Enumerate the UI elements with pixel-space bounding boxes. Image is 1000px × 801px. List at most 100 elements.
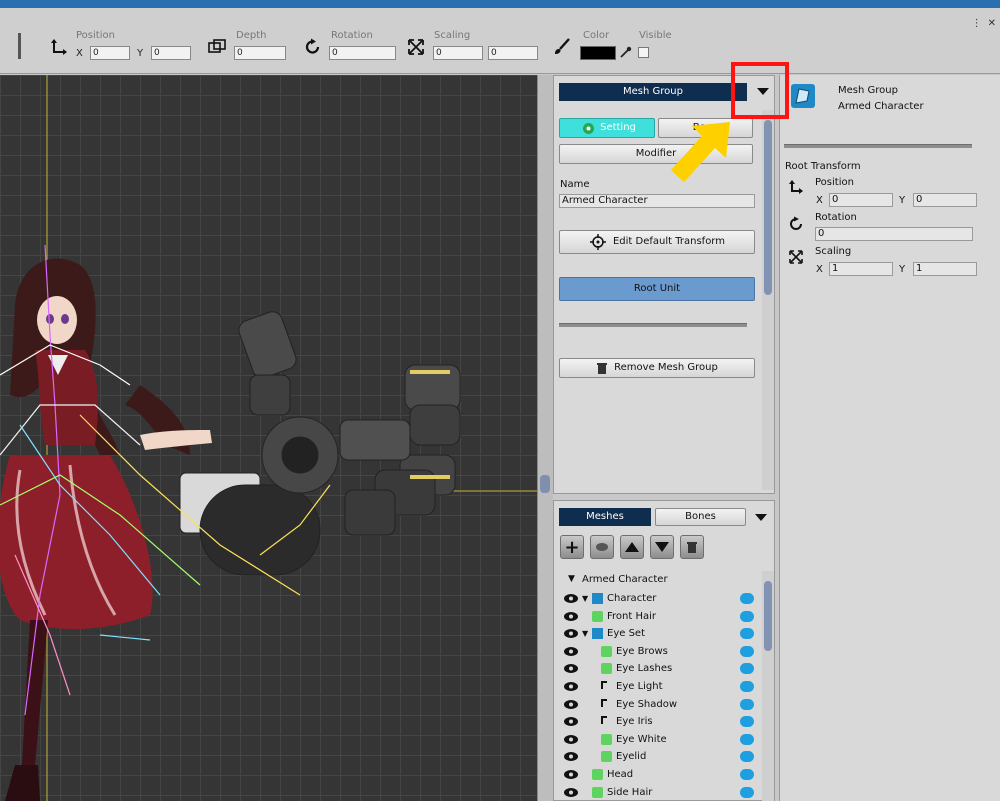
settings-scrollbar[interactable] — [762, 110, 774, 490]
tree-item[interactable]: Eye Lashes — [564, 660, 764, 677]
toggle-eye-icon[interactable] — [740, 681, 754, 692]
visibility-eye-icon[interactable] — [564, 717, 578, 727]
visible-checkbox[interactable] — [638, 47, 649, 58]
visibility-eye-icon[interactable] — [564, 734, 578, 744]
inspector-panel: Mesh Group Armed Character Root Transfor… — [779, 75, 1000, 801]
visibility-eye-icon[interactable] — [564, 770, 578, 779]
meshes-scroll-thumb[interactable] — [764, 581, 772, 651]
tab-meshes[interactable]: Meshes — [559, 508, 651, 526]
tree-item[interactable]: Eye Iris — [564, 713, 764, 730]
inspector-rotation-label: Rotation — [815, 212, 857, 223]
mesh-icon — [592, 769, 603, 780]
scaling-y-field[interactable]: 0 — [488, 46, 538, 60]
toggle-eye-icon[interactable] — [740, 751, 754, 763]
toggle-eye-icon[interactable] — [740, 593, 754, 604]
delete-mesh-button[interactable] — [680, 535, 704, 559]
toggle-eye-icon[interactable] — [740, 610, 754, 622]
mechanical-arm — [179, 311, 461, 576]
toggle-eye-icon[interactable] — [740, 698, 754, 710]
root-unit-button[interactable]: Root Unit — [559, 277, 755, 301]
scaling-icon — [408, 39, 424, 55]
bone-icon — [601, 681, 607, 689]
tree-item-label: Eye White — [616, 733, 667, 745]
tree-item[interactable]: Eye White — [564, 731, 764, 748]
visibility-eye-icon[interactable] — [564, 752, 578, 762]
depth-field[interactable]: 0 — [234, 46, 286, 60]
visibility-eye-icon[interactable] — [564, 682, 578, 691]
pointer-arrow-icon — [671, 122, 730, 182]
scene-viewport[interactable] — [0, 75, 537, 801]
visibility-eye-icon[interactable] — [564, 594, 578, 603]
mesh-group-select[interactable]: Mesh Group — [559, 83, 747, 101]
window-menu-icon[interactable]: ⋮ — [972, 18, 982, 29]
mesh-options-button[interactable] — [590, 535, 614, 559]
tree-item[interactable]: Eye Light — [564, 678, 764, 695]
toggle-eye-icon[interactable] — [740, 786, 754, 798]
visibility-eye-icon[interactable] — [564, 699, 578, 709]
move-up-button[interactable] — [620, 535, 644, 559]
toggle-eye-icon[interactable] — [740, 628, 754, 640]
tree-item[interactable]: Front Hair — [564, 608, 764, 625]
tree-item-label: Eye Set — [607, 628, 645, 640]
toggle-eye-icon[interactable] — [740, 769, 754, 780]
bone-icon — [601, 698, 607, 707]
bone-icon — [601, 716, 607, 725]
character-face — [37, 296, 77, 344]
tree-expand-icon[interactable]: ▼ — [582, 625, 588, 642]
meshes-scrollbar[interactable] — [762, 571, 774, 801]
visibility-eye-icon[interactable] — [564, 646, 578, 656]
remove-mesh-group-label: Remove Mesh Group — [614, 362, 718, 373]
eyedropper-icon[interactable] — [619, 46, 632, 59]
panel-splitter[interactable] — [537, 75, 553, 801]
position-y-field[interactable]: 0 — [151, 46, 191, 60]
position-x-field[interactable]: 0 — [90, 46, 130, 60]
color-swatch[interactable] — [580, 46, 616, 60]
remove-mesh-group-button[interactable]: Remove Mesh Group — [559, 358, 755, 378]
tree-expand-icon[interactable]: ▼ — [582, 590, 588, 607]
inspector-scale-y-field[interactable]: 1 — [913, 262, 977, 276]
tree-item-label: Side Hair — [607, 786, 653, 798]
scaling-group: Scaling 0 0 — [407, 28, 542, 68]
tab-bones[interactable]: Bones — [655, 508, 746, 526]
edit-default-transform-button[interactable]: Edit Default Transform — [559, 230, 755, 254]
inspector-rotation-field[interactable]: 0 — [815, 227, 973, 241]
color-group: Color Visible — [553, 28, 683, 68]
tree-item-label: Eye Brows — [616, 645, 668, 657]
meshes-dropdown-icon[interactable] — [755, 514, 767, 521]
tree-item[interactable]: Eye Shadow — [564, 696, 764, 713]
inspector-scale-x-field[interactable]: 1 — [829, 262, 893, 276]
toggle-eye-icon[interactable] — [740, 716, 754, 728]
add-mesh-button[interactable]: + — [560, 535, 584, 559]
trash-icon — [597, 363, 607, 374]
visibility-eye-icon[interactable] — [564, 611, 578, 621]
position-group: Position X 0 Y 0 — [50, 28, 200, 68]
inspector-pos-x-field[interactable]: 0 — [829, 193, 893, 207]
move-down-button[interactable] — [650, 535, 674, 559]
setting-tab[interactable]: Setting — [559, 118, 655, 138]
tree-item[interactable]: Eyelid — [564, 748, 764, 765]
visibility-eye-icon[interactable] — [564, 664, 578, 674]
root-transform-label: Root Transform — [785, 161, 861, 172]
inspector-pos-y-field[interactable]: 0 — [913, 193, 977, 207]
toggle-eye-icon[interactable] — [740, 645, 754, 657]
visibility-eye-icon[interactable] — [564, 629, 578, 639]
character-dress-top — [35, 350, 98, 445]
tree-item[interactable]: Head — [564, 766, 764, 783]
target-icon — [590, 234, 606, 250]
name-input[interactable]: Armed Character — [559, 194, 755, 208]
toolbar-grip[interactable] — [18, 33, 21, 59]
toggle-eye-icon[interactable] — [740, 663, 754, 675]
toggle-eye-icon[interactable] — [740, 733, 754, 745]
tree-item[interactable]: Side Hair — [564, 784, 764, 801]
scaling-x-field[interactable]: 0 — [433, 46, 483, 60]
tree-item[interactable]: Eye Brows — [564, 643, 764, 660]
settings-scroll-thumb[interactable] — [764, 120, 772, 295]
tree-item[interactable]: ▼ Eye Set — [564, 625, 764, 642]
splitter-handle[interactable] — [540, 475, 550, 493]
visibility-eye-icon[interactable] — [564, 787, 578, 797]
tree-item[interactable]: ▼ Character — [564, 590, 764, 607]
rotation-field[interactable]: 0 — [329, 46, 396, 60]
tree-expand-icon[interactable]: ▼ — [568, 574, 575, 584]
window-close-icon[interactable]: ✕ — [988, 18, 996, 29]
scaling-icon — [789, 250, 803, 264]
